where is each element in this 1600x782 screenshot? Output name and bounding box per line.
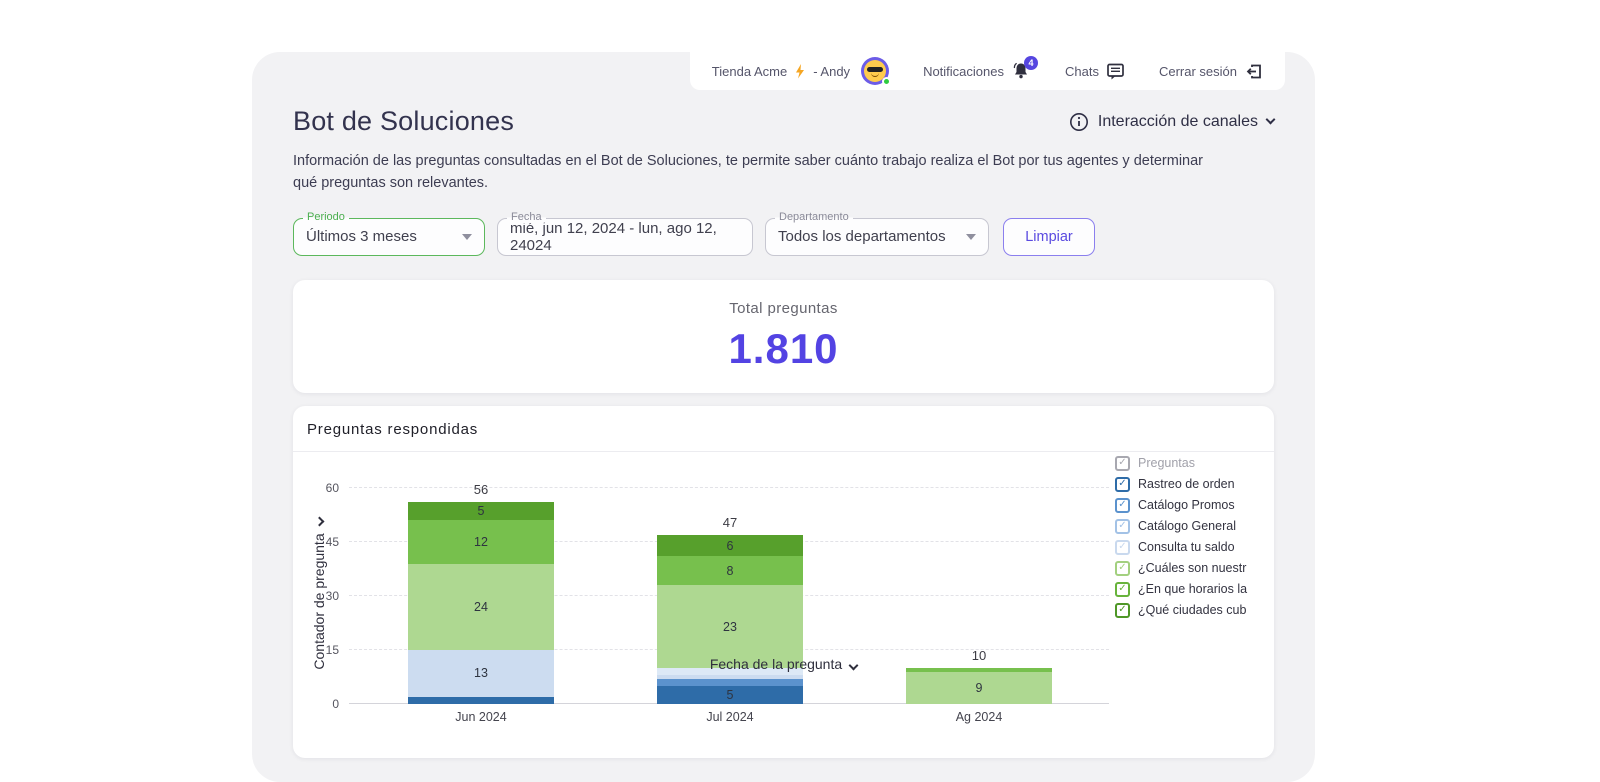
legend-checkbox[interactable]: ✓ — [1115, 519, 1130, 534]
bar-total-label: 56 — [408, 482, 554, 497]
date-range-input[interactable]: Fecha mié, jun 12, 2024 - lun, ago 12, 2… — [497, 218, 753, 256]
legend-item-rastreo-de-orden[interactable]: ✓ Rastreo de orden — [1115, 477, 1247, 492]
department-value: Todos los departamentos — [778, 228, 946, 245]
legend-checkbox[interactable]: ✓ — [1115, 540, 1130, 555]
chat-icon — [1106, 62, 1125, 81]
y-tick-label: 0 — [297, 697, 339, 711]
total-questions-value: 1.810 — [728, 325, 838, 373]
chart-legend: ✓ Preguntas ✓ Rastreo de orden ✓ Catálogo Pro… — [1115, 456, 1247, 618]
y-tick-label: 30 — [297, 589, 339, 603]
legend-item--cu-les-son-nuestr[interactable]: ✓ ¿Cuáles son nuestr — [1115, 561, 1247, 576]
legend-label: Catálogo Promos — [1138, 498, 1235, 512]
legend-label: Catálogo General — [1138, 519, 1236, 533]
legend-checkbox[interactable]: ✓ — [1115, 603, 1130, 618]
x-axis-label[interactable]: Fecha de la pregunta — [293, 656, 1274, 672]
legend-label: Preguntas — [1138, 456, 1195, 470]
legend-item-consulta-tu-saldo[interactable]: ✓ Consulta tu saldo — [1115, 540, 1247, 555]
x-tick-label: Ag 2024 — [906, 710, 1052, 724]
date-value: mié, jun 12, 2024 - lun, ago 12, 24024 — [510, 220, 740, 254]
bar-segment[interactable]: 12 — [408, 520, 554, 563]
legend-label: Rastreo de orden — [1138, 477, 1235, 491]
notifications-badge: 4 — [1024, 56, 1038, 70]
bar-segment[interactable]: 6 — [657, 535, 803, 557]
avatar[interactable] — [861, 57, 889, 85]
account-name: Tienda Acme — [712, 64, 787, 79]
divider — [293, 451, 1274, 452]
logout-icon — [1244, 62, 1263, 81]
logout-label: Cerrar sesión — [1159, 64, 1237, 79]
lightning-icon — [794, 64, 806, 79]
legend-checkbox[interactable]: ✓ — [1115, 477, 1130, 492]
bar-segment[interactable] — [657, 675, 803, 679]
logout-button[interactable]: Cerrar sesión — [1159, 62, 1263, 81]
chats-button[interactable]: Chats — [1065, 62, 1125, 81]
total-questions-card: Total preguntas 1.810 — [293, 280, 1274, 393]
sunglasses-icon — [867, 67, 883, 72]
bar-segment[interactable]: 5 — [408, 502, 554, 520]
date-label: Fecha — [507, 211, 546, 223]
info-icon — [1069, 112, 1089, 132]
bar-total-label: 47 — [657, 515, 803, 530]
legend-label: Consulta tu saldo — [1138, 540, 1235, 554]
account-user: - Andy — [813, 64, 850, 79]
bar-segment[interactable] — [657, 679, 803, 686]
chevron-down-icon — [849, 660, 859, 670]
legend-item-cat-logo-promos[interactable]: ✓ Catálogo Promos — [1115, 498, 1247, 513]
online-status-dot — [882, 77, 891, 86]
period-label: Periodo — [303, 211, 349, 223]
y-tick-label: 60 — [297, 481, 339, 495]
legend-label: ¿En que horarios la — [1138, 582, 1247, 596]
x-tick-label: Jul 2024 — [657, 710, 803, 724]
legend-item-cat-logo-general[interactable]: ✓ Catálogo General — [1115, 519, 1247, 534]
period-select[interactable]: Periodo Últimos 3 meses — [293, 218, 485, 256]
legend-label: ¿Qué ciudades cub — [1138, 603, 1246, 617]
bar-segment[interactable]: 9 — [906, 672, 1052, 704]
legend-checkbox[interactable]: ✓ — [1115, 582, 1130, 597]
channel-selector-label: Interacción de canales — [1098, 113, 1258, 131]
legend-item-preguntas[interactable]: ✓ Preguntas — [1115, 456, 1247, 471]
bar-segment[interactable]: 8 — [657, 556, 803, 585]
channel-interaction-selector[interactable]: Interacción de canales — [1069, 112, 1274, 132]
filters-bar: Periodo Últimos 3 meses Fecha mié, jun 1… — [293, 218, 1274, 256]
legend-checkbox[interactable]: ✓ — [1115, 561, 1130, 576]
bar-segment[interactable]: 24 — [408, 564, 554, 650]
chevron-down-icon — [1266, 115, 1276, 125]
dropdown-caret-icon — [966, 234, 976, 240]
topbar: Tienda Acme - Andy Notificaciones — [690, 52, 1285, 90]
page-title: Bot de Soluciones — [293, 106, 514, 137]
account-menu[interactable]: Tienda Acme - Andy — [712, 57, 889, 85]
legend-label: ¿Cuáles son nuestr — [1138, 561, 1246, 575]
legend-checkbox[interactable]: ✓ — [1115, 456, 1130, 471]
chevron-icon — [315, 517, 325, 527]
legend-checkbox[interactable]: ✓ — [1115, 498, 1130, 513]
dropdown-caret-icon — [462, 234, 472, 240]
department-label: Departamento — [775, 211, 853, 223]
legend-item--en-que-horarios-la[interactable]: ✓ ¿En que horarios la — [1115, 582, 1247, 597]
notifications-label: Notificaciones — [923, 64, 1004, 79]
department-select[interactable]: Departamento Todos los departamentos — [765, 218, 989, 256]
total-questions-label: Total preguntas — [729, 300, 838, 317]
bar-segment[interactable]: 5 — [657, 686, 803, 704]
y-tick-label: 15 — [297, 643, 339, 657]
legend-item--qu-ciudades-cub[interactable]: ✓ ¿Qué ciudades cub — [1115, 603, 1247, 618]
period-value: Últimos 3 meses — [306, 228, 417, 245]
bar-segment[interactable] — [408, 697, 554, 704]
page-description: Información de las preguntas consultadas… — [293, 150, 1274, 195]
notifications-button[interactable]: Notificaciones 4 — [923, 61, 1031, 81]
y-tick-label: 45 — [297, 535, 339, 549]
chart-title: Preguntas respondidas — [293, 406, 1274, 438]
clear-filters-button[interactable]: Limpiar — [1003, 218, 1095, 256]
questions-chart-card: Preguntas respondidas Contador de pregun… — [293, 406, 1274, 758]
x-tick-label: Jun 2024 — [408, 710, 554, 724]
chats-label: Chats — [1065, 64, 1099, 79]
app-container: Tienda Acme - Andy Notificaciones — [252, 52, 1315, 782]
